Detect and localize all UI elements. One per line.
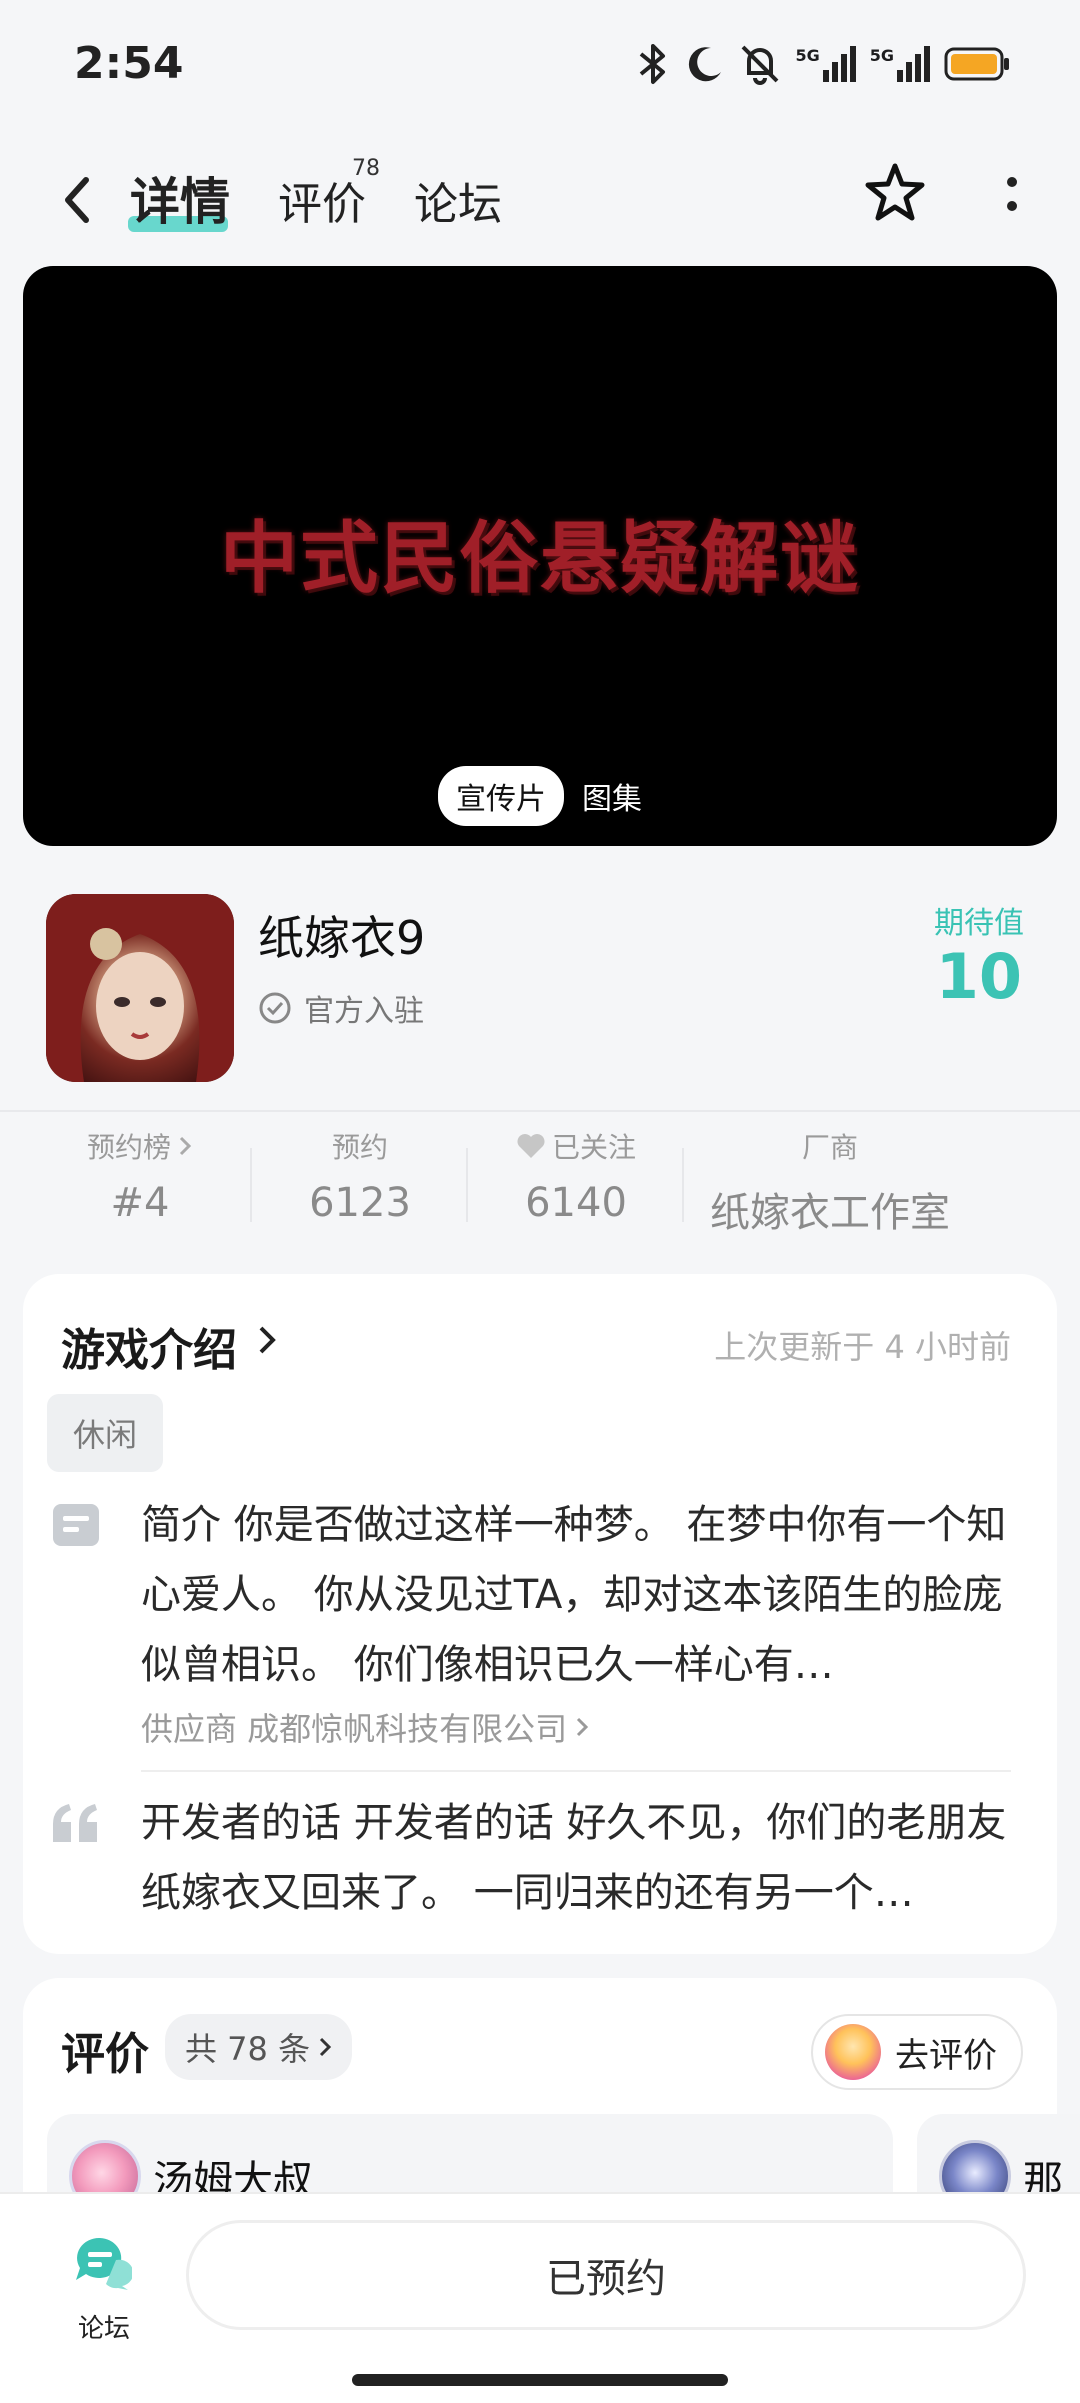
stat-followers-value: 6140 [525,1180,627,1226]
heart-icon [517,1134,545,1158]
game-intro-card: 游戏介绍 上次更新于 4 小时前 休闲 简介 你是否做过这样一种梦。 在梦中你有… [23,1274,1057,1954]
intro-divider [141,1770,1011,1772]
tab-details[interactable]: 详情 [130,162,230,234]
review-count-text: 共 78 条 [185,2030,311,2068]
media-tab-gallery[interactable]: 图集 [582,774,642,818]
chevron-right-icon [577,1717,589,1737]
verified-check-icon [259,992,291,1024]
reviews-heading: 评价 [61,2029,149,2080]
review-count-badge: 78 [352,156,380,181]
official-badge: 官方入驻 [258,986,424,1030]
game-icon [46,894,234,1082]
user-avatar [825,2024,881,2080]
stat-reservations-label: 预约 [331,1131,388,1164]
video-title-text: 中式民俗悬疑解谜 [219,513,860,604]
network-type: 5G [795,46,820,65]
expectation-label: 期待值 [934,906,1024,941]
game-description[interactable]: 简介 你是否做过这样一种梦。 在梦中你有一个知心爱人。 你从没见过TA，却对这本… [141,1490,1021,1700]
supplier-link[interactable]: 供应商 成都惊帆科技有限公司 [141,1704,589,1750]
last-updated: 上次更新于 4 小时前 [714,1328,1011,1366]
stat-developer[interactable]: 厂商 纸嫁衣工作室 [700,1126,960,1238]
forum-icon[interactable] [72,2234,132,2294]
quote-icon [53,1804,97,1842]
forum-label[interactable]: 论坛 [78,2308,130,2345]
stat-rank-value: #4 [110,1180,170,1226]
description-icon [53,1504,99,1546]
game-icon-art [46,894,234,1082]
back-icon[interactable] [56,170,96,230]
stat-separator [682,1148,684,1222]
write-review-button[interactable]: 去评价 [811,2014,1023,2090]
tab-forum[interactable]: 论坛 [414,168,502,232]
promo-video[interactable]: 中式民俗悬疑解谜 宣传片 图集 [23,266,1057,846]
stat-separator [250,1148,252,1222]
network-type-2: 5G [869,46,894,65]
more-options-icon[interactable] [1004,174,1020,214]
chevron-right-icon [320,2037,332,2057]
top-nav: 详情 评价 78 论坛 [0,150,1080,250]
intro-heading[interactable]: 游戏介绍 [61,1314,237,1378]
genre-tag[interactable]: 休闲 [47,1394,164,1472]
expectation-value: 10 [935,940,1022,1013]
stat-separator [466,1148,468,1222]
bluetooth-icon [640,44,666,84]
write-review-label: 去评价 [895,2035,997,2076]
reserved-button[interactable]: 已预约 [186,2220,1026,2330]
section-divider [0,1110,1080,1112]
battery-icon [944,47,1009,81]
developer-words[interactable]: 开发者的话 开发者的话 好久不见，你们的老朋友纸嫁衣又回来了。 一同归来的还有另… [141,1788,1021,1928]
stat-reservations-value: 6123 [309,1180,411,1226]
chevron-right-icon [179,1136,192,1156]
signal-icon-2: 5G [870,46,930,82]
stats-row: 预约榜 #4 预约 6123 已关注 6140 厂商 纸嫁衣工作室 [0,1126,1080,1244]
game-header: 纸嫁衣9 官方入驻 期待值 10 [0,880,1080,1110]
status-time: 2:54 [74,38,184,89]
game-name: 纸嫁衣9 [258,911,426,965]
chevron-right-icon[interactable] [257,1322,277,1358]
favorite-star-icon[interactable] [862,160,928,226]
review-count-button[interactable]: 共 78 条 [165,2014,353,2080]
status-bar: 2:54 5G 5G [0,0,1080,130]
status-icons: 5G 5G [635,42,1010,86]
supplier-text: 供应商 成都惊帆科技有限公司 [141,1710,568,1748]
signal-icon: 5G [795,46,856,82]
stat-followers: 已关注 6140 [496,1126,656,1226]
home-indicator[interactable] [352,2374,728,2386]
mute-bell-icon [742,45,779,85]
stat-followers-label: 已关注 [551,1131,636,1164]
media-switch: 宣传片 图集 [23,766,1057,826]
stat-rank-label: 预约榜 [86,1131,171,1164]
stat-developer-label: 厂商 [801,1131,858,1164]
moon-icon [689,47,722,82]
official-label: 官方入驻 [304,994,424,1029]
stat-rank[interactable]: 预约榜 #4 [60,1126,220,1226]
stat-developer-value: 纸嫁衣工作室 [710,1190,950,1236]
media-tab-trailer[interactable]: 宣传片 [438,766,564,826]
stat-reservations: 预约 6123 [280,1126,440,1226]
bottom-action-bar: 论坛 已预约 [0,2192,1080,2403]
